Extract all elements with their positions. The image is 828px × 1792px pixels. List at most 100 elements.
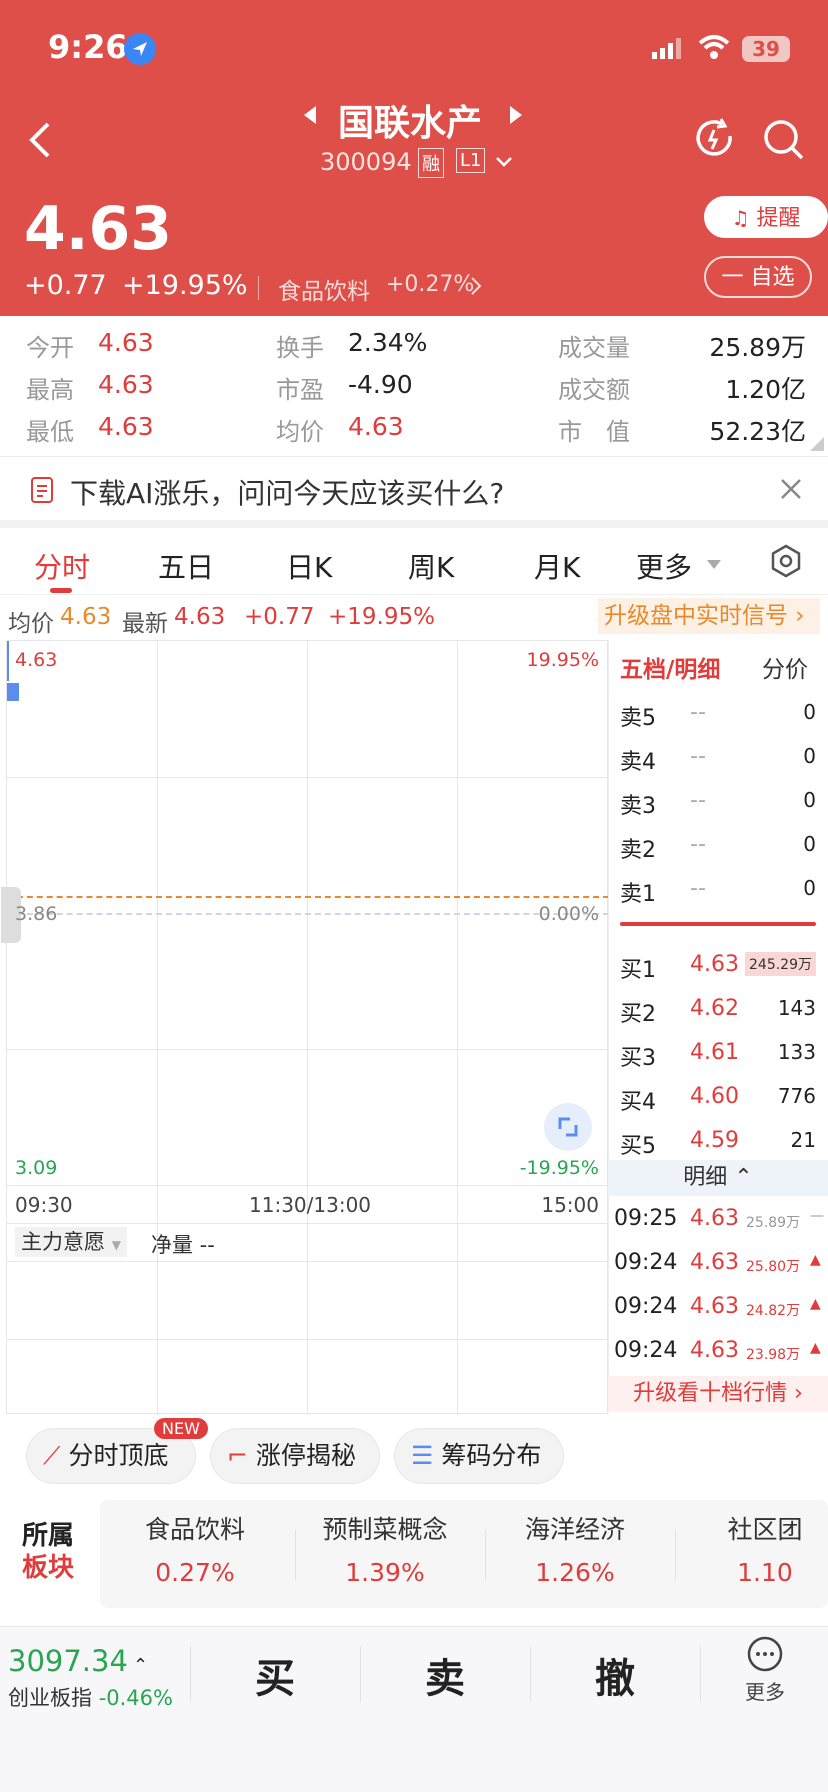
bid-row[interactable]: 买2 4.62 143 bbox=[620, 996, 820, 1036]
level-price: 4.61 bbox=[690, 1040, 739, 1065]
sector-item-name: 海洋经济 bbox=[524, 1515, 625, 1544]
alert-button[interactable]: ♫ 提醒 bbox=[704, 196, 828, 238]
ad-text: 下载AI涨乐，问问今天应该买什么? bbox=[70, 477, 505, 510]
detail-time: 09:25 bbox=[614, 1206, 678, 1231]
upgrade-ten-label: 升级看十档行情 bbox=[633, 1381, 788, 1406]
chip-label: 分时顶底 bbox=[68, 1441, 169, 1470]
sell-button[interactable]: 卖 bbox=[370, 1646, 520, 1704]
cancel-button[interactable]: 撤 bbox=[540, 1646, 690, 1704]
grid-line bbox=[457, 641, 458, 1415]
detail-price: 4.63 bbox=[690, 1250, 739, 1275]
sector-name[interactable]: 食品饮料 bbox=[278, 272, 370, 306]
index-value: 3097.34 bbox=[8, 1644, 128, 1678]
grid-line bbox=[307, 641, 308, 1415]
ad-banner[interactable]: 下载AI涨乐，问问今天应该买什么? bbox=[0, 458, 828, 520]
divider bbox=[530, 1646, 531, 1702]
close-icon[interactable] bbox=[780, 478, 802, 504]
fullscreen-icon[interactable] bbox=[544, 1103, 592, 1151]
time-mid: 11:30/13:00 bbox=[249, 1193, 372, 1217]
more-icon bbox=[730, 1636, 800, 1676]
ask-row[interactable]: 卖2 -- 0 bbox=[620, 832, 820, 872]
ask-row[interactable]: 卖5 -- 0 bbox=[620, 700, 820, 740]
stat-value: 1.20亿 bbox=[725, 375, 806, 404]
detail-row: 09:24 4.63 24.82万 ▲ bbox=[614, 1294, 824, 1328]
sector-item-pct: 1.39% bbox=[345, 1558, 425, 1587]
level-price: -- bbox=[690, 700, 706, 725]
level-volume: 0 bbox=[803, 876, 816, 900]
orderbook-tab[interactable]: 五档/明细 bbox=[620, 650, 720, 684]
sector-title: 所属 板块 bbox=[22, 1520, 74, 1584]
sector-title-2: 板块 bbox=[22, 1553, 75, 1583]
intraday-chart[interactable]: 4.63 19.95% 3.86 0.00% 3.09 -19.95% 09:3… bbox=[1, 640, 609, 1415]
next-stock-icon[interactable] bbox=[508, 104, 524, 130]
ask-row[interactable]: 卖4 -- 0 bbox=[620, 744, 820, 784]
price-level-tab[interactable]: 分价 bbox=[762, 650, 808, 684]
level-price: 4.63 bbox=[690, 952, 739, 977]
grid-line bbox=[7, 1339, 609, 1340]
detail-header[interactable]: 明细 ⌃ bbox=[608, 1160, 828, 1196]
back-icon[interactable] bbox=[26, 120, 54, 164]
level-price: -- bbox=[690, 832, 706, 857]
limit-up-chip[interactable]: ⌐ 涨停揭秘 bbox=[210, 1428, 380, 1484]
tab-five-day[interactable]: 五日 bbox=[158, 546, 214, 586]
tab-more[interactable]: 更多 bbox=[636, 546, 692, 586]
sector-title-1: 所属 bbox=[22, 1521, 75, 1551]
avg-price-line bbox=[7, 896, 609, 898]
refresh-icon[interactable] bbox=[694, 118, 736, 164]
upgrade-ten-levels-button[interactable]: 升级看十档行情 › bbox=[608, 1376, 828, 1412]
upgrade-signal-button[interactable]: 升级盘中实时信号 › bbox=[598, 598, 820, 634]
bid-row[interactable]: 买3 4.61 133 bbox=[620, 1040, 820, 1080]
index-widget[interactable]: 3097.34 ⌃ 创业板指 -0.46% bbox=[8, 1644, 184, 1712]
level-name: 买5 bbox=[620, 1134, 656, 1159]
sector-item-name: 食品饮料 bbox=[144, 1515, 245, 1544]
stat-label: 最高 bbox=[26, 376, 74, 404]
sector-pct[interactable]: +0.27% bbox=[386, 272, 474, 297]
dropdown-arrow-icon: ▼ bbox=[111, 1238, 121, 1252]
detail-time: 09:24 bbox=[614, 1338, 678, 1363]
chip-distribution-chip[interactable]: ☰ 筹码分布 bbox=[394, 1428, 564, 1484]
grid-line bbox=[7, 1223, 609, 1224]
buy-button[interactable]: 买 bbox=[200, 1646, 350, 1704]
bid-row[interactable]: 买1 4.63 245.29万 bbox=[620, 952, 820, 992]
tab-monthly-k[interactable]: 月K bbox=[534, 546, 580, 586]
ask-row[interactable]: 卖1 -- 0 bbox=[620, 876, 820, 916]
bid-row[interactable]: 买4 4.60 776 bbox=[620, 1084, 820, 1124]
level-volume: 21 bbox=[790, 1128, 816, 1152]
sector-item[interactable]: 海洋经济 1.26% bbox=[490, 1510, 660, 1587]
battery-icon: 39 bbox=[742, 36, 790, 62]
prev-stock-icon[interactable] bbox=[302, 104, 318, 130]
level-badge: L1 bbox=[456, 148, 486, 173]
tab-intraday[interactable]: 分时 bbox=[34, 546, 90, 586]
divider bbox=[190, 1646, 191, 1702]
sector-item[interactable]: 预制菜概念 1.39% bbox=[300, 1510, 470, 1587]
up-arrow-icon: ▲ bbox=[810, 1252, 821, 1268]
watchlist-button[interactable]: 一 自选 bbox=[704, 256, 812, 298]
chevron-right-icon[interactable] bbox=[470, 276, 482, 300]
ask-row[interactable]: 卖3 -- 0 bbox=[620, 788, 820, 828]
status-time: 9:26 bbox=[48, 28, 128, 66]
watchlist-label: 一 自选 bbox=[721, 265, 795, 290]
detail-label: 明细 bbox=[683, 1165, 728, 1190]
search-icon[interactable] bbox=[762, 118, 806, 166]
detail-row: 09:24 4.63 23.98万 ▲ bbox=[614, 1338, 824, 1372]
expand-corner-icon[interactable] bbox=[810, 436, 824, 455]
stat-value: 4.63 bbox=[98, 328, 154, 357]
tab-weekly-k[interactable]: 周K bbox=[408, 546, 454, 586]
new-badge: NEW bbox=[154, 1418, 208, 1439]
stat-label: 成交额 bbox=[558, 376, 630, 404]
sector-item[interactable]: 社区团 1.10 bbox=[680, 1510, 828, 1587]
level-volume: 0 bbox=[803, 700, 816, 724]
stat-value: -4.90 bbox=[348, 370, 413, 399]
indicator-selector[interactable]: 主力意愿 ▼ bbox=[15, 1227, 127, 1257]
dropdown-arrow-icon[interactable] bbox=[706, 556, 722, 575]
stat-value: 4.63 bbox=[98, 412, 154, 441]
detail-price: 4.63 bbox=[690, 1294, 739, 1319]
chevron-down-icon[interactable] bbox=[494, 154, 514, 173]
grid-line bbox=[7, 1049, 609, 1050]
detail-volume: 24.82万 bbox=[746, 1303, 801, 1319]
sector-item-pct: 0.27% bbox=[155, 1558, 235, 1587]
more-button[interactable]: 更多 bbox=[730, 1636, 800, 1705]
settings-icon[interactable] bbox=[770, 544, 802, 582]
sector-item[interactable]: 食品饮料 0.27% bbox=[110, 1510, 280, 1587]
tab-daily-k[interactable]: 日K bbox=[286, 546, 332, 586]
